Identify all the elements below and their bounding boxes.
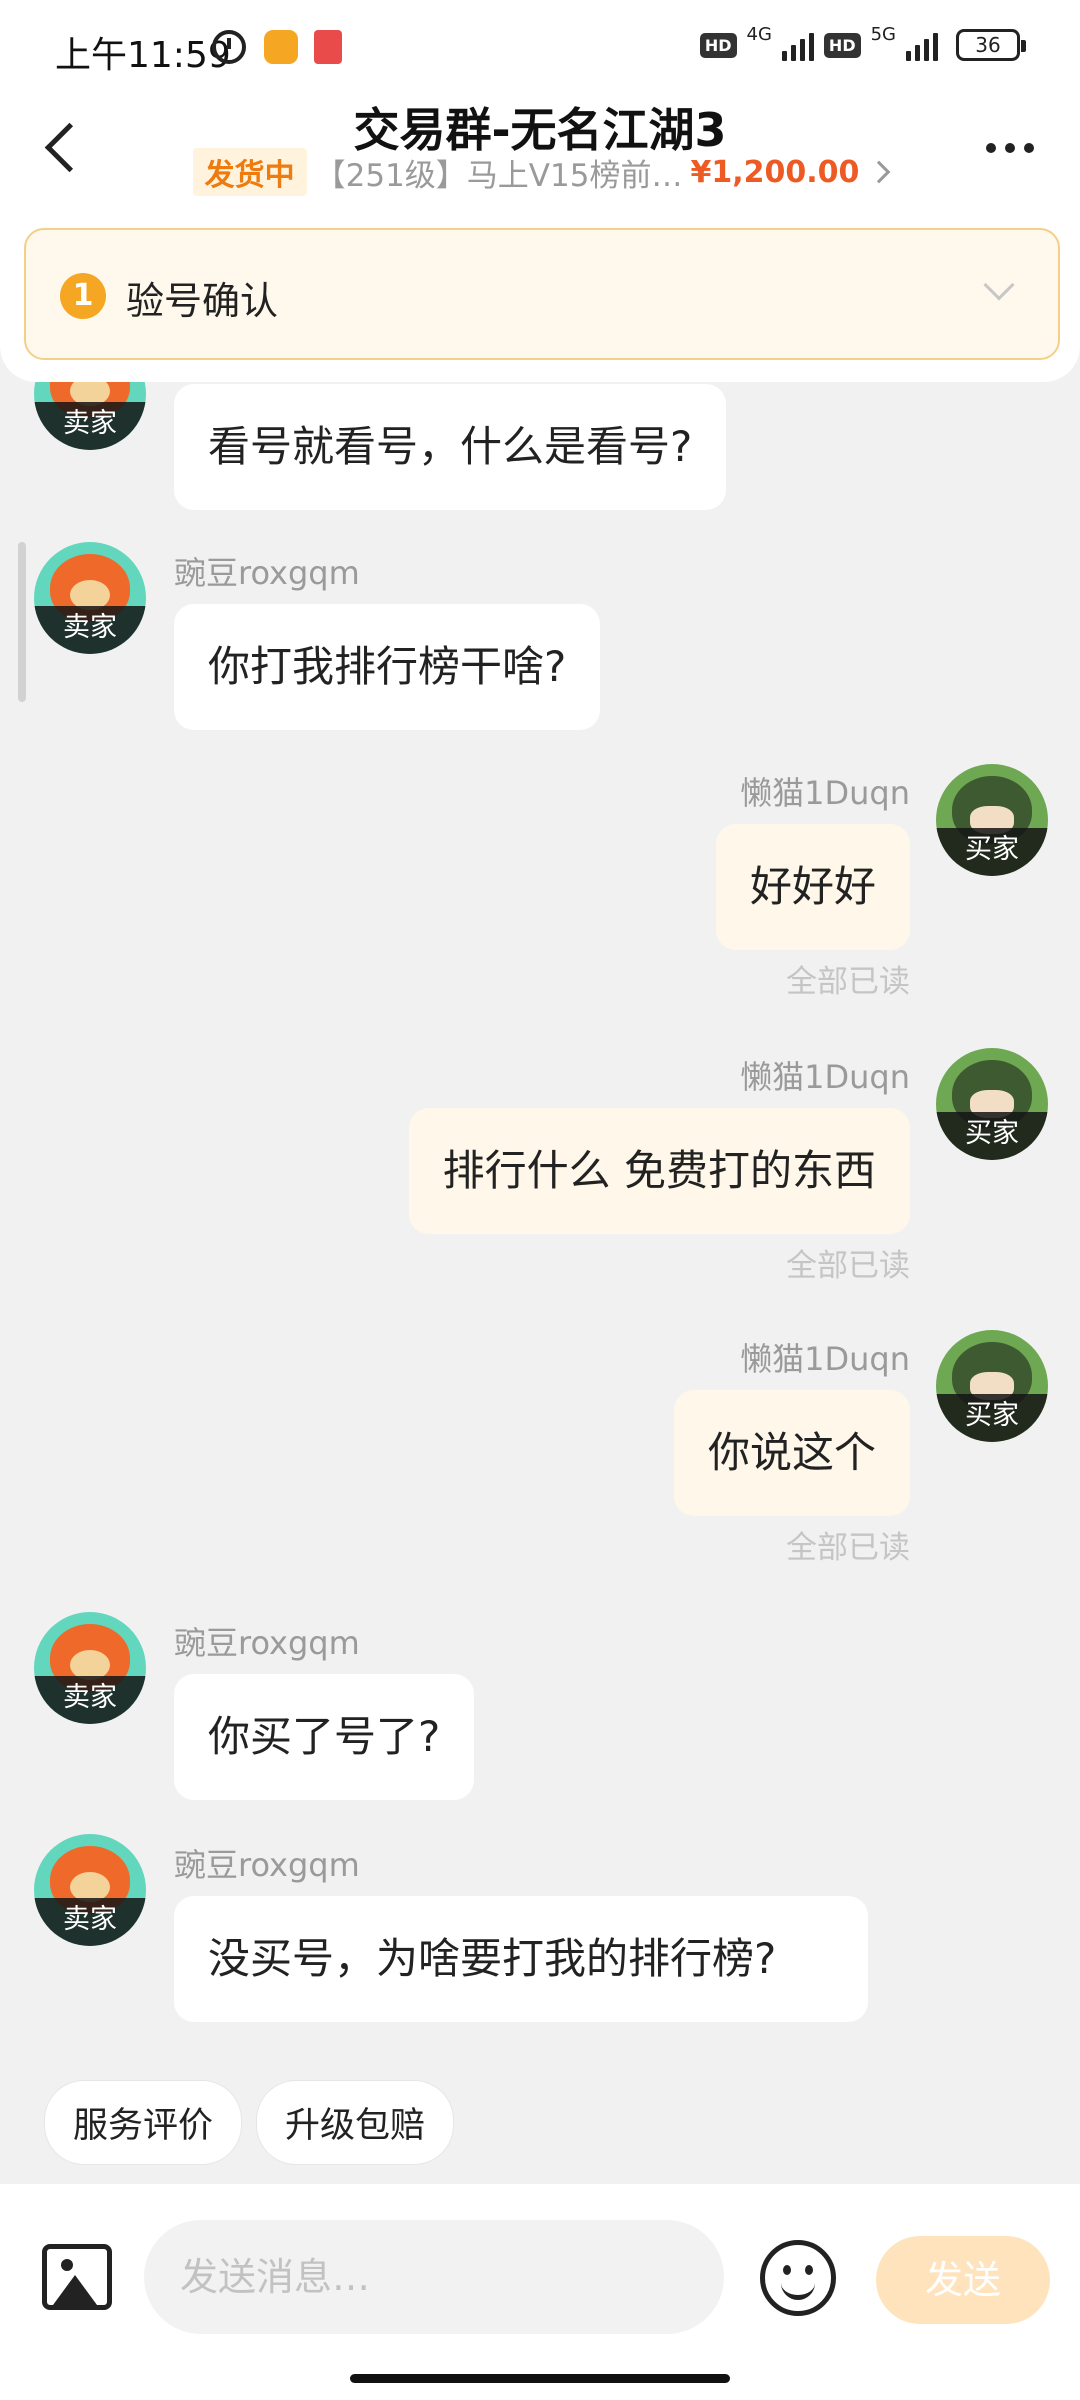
avatar[interactable]: 卖家 (34, 382, 146, 450)
avatar[interactable]: 卖家 (34, 1834, 146, 1946)
image-icon[interactable] (42, 2244, 112, 2310)
network-type-4g: 4G (746, 24, 772, 45)
message-bubble[interactable]: 没买号，为啥要打我的排行榜? (174, 1896, 868, 2022)
upgrade-insurance-button[interactable]: 升级包赔 (256, 2080, 455, 2165)
sender-name: 豌豆roxgqm (174, 554, 360, 592)
role-tag: 卖家 (34, 606, 146, 654)
avatar[interactable]: 买家 (936, 764, 1048, 876)
message-bubble[interactable]: 好好好 (715, 824, 910, 950)
app-notification-icon (264, 30, 298, 64)
service-review-button[interactable]: 服务评价 (44, 2080, 243, 2165)
hd-icon-2: HD (823, 32, 861, 58)
message-input[interactable] (144, 2220, 724, 2334)
order-status-badge: 发货中 (192, 148, 307, 196)
avatar[interactable]: 买家 (936, 1048, 1048, 1160)
status-time: 上午11:59 (55, 35, 231, 76)
signal-icon-2 (906, 29, 938, 61)
message-bubble[interactable]: 你说这个 (673, 1390, 910, 1516)
status-right: HD 4G HD 5G 36 (699, 24, 1026, 64)
verify-step-label: 验号确认 (126, 279, 279, 323)
order-summary[interactable]: 发货中 【251级】马上V15榜前… ¥1,200.00 (0, 148, 1080, 196)
network-type-5g: 5G (870, 24, 896, 45)
order-price: ¥1,200.00 (690, 154, 860, 190)
sender-name: 豌豆roxgqm (174, 1846, 360, 1884)
battery-icon: 36 (956, 29, 1026, 61)
chat-header: 交易群-无名江湖3 发货中 【251级】马上V15榜前… ¥1,200.00 1… (0, 92, 1080, 382)
quick-actions: 服务评价 升级包赔 (44, 2080, 455, 2165)
sender-name: 懒猫1Duqn (740, 1058, 910, 1096)
alarm-icon (212, 30, 246, 64)
role-tag: 卖家 (34, 1898, 146, 1946)
input-bar: 发送 (0, 2184, 1080, 2400)
role-tag: 买家 (936, 1112, 1048, 1160)
avatar[interactable]: 卖家 (34, 1612, 146, 1724)
chevron-down-icon[interactable] (983, 269, 1015, 301)
app-notification-icon-2 (314, 30, 342, 64)
hd-icon: HD (699, 32, 737, 58)
order-description: 【251级】马上V15榜前… (314, 157, 683, 194)
message-bubble[interactable]: 你买了号了? (174, 1674, 475, 1800)
avatar[interactable]: 卖家 (34, 542, 146, 654)
read-status: 全部已读 (786, 964, 910, 1000)
send-button[interactable]: 发送 (876, 2236, 1050, 2324)
role-tag: 买家 (936, 828, 1048, 876)
sender-name: 懒猫1Duqn (740, 774, 910, 812)
signal-icon (781, 29, 814, 61)
chat-messages[interactable]: 卖家 看号就看号，什么是看号? 卖家 豌豆roxgqm 你打我排行榜干啥? 买家… (0, 382, 1080, 2062)
home-indicator[interactable] (350, 2374, 730, 2383)
message-bubble[interactable]: 排行什么 免费打的东西 (408, 1108, 910, 1234)
message-bubble[interactable]: 你打我排行榜干啥? (174, 604, 601, 730)
scroll-indicator (18, 542, 26, 702)
role-tag: 买家 (936, 1394, 1048, 1442)
step-number-badge: 1 (60, 273, 106, 319)
emoji-icon[interactable] (760, 2240, 836, 2316)
chevron-right-icon (868, 160, 891, 184)
sender-name: 懒猫1Duqn (740, 1340, 910, 1378)
message-bubble[interactable]: 看号就看号，什么是看号? (174, 384, 727, 510)
role-tag: 卖家 (34, 1676, 146, 1724)
read-status: 全部已读 (786, 1248, 910, 1284)
role-tag: 卖家 (34, 402, 146, 450)
verify-step-card[interactable]: 1 验号确认 (24, 228, 1060, 360)
status-bar: 上午11:59 HD 4G HD 5G 36 (0, 0, 1080, 92)
sender-name: 豌豆roxgqm (174, 1624, 360, 1662)
read-status: 全部已读 (786, 1530, 910, 1566)
avatar[interactable]: 买家 (936, 1330, 1048, 1442)
